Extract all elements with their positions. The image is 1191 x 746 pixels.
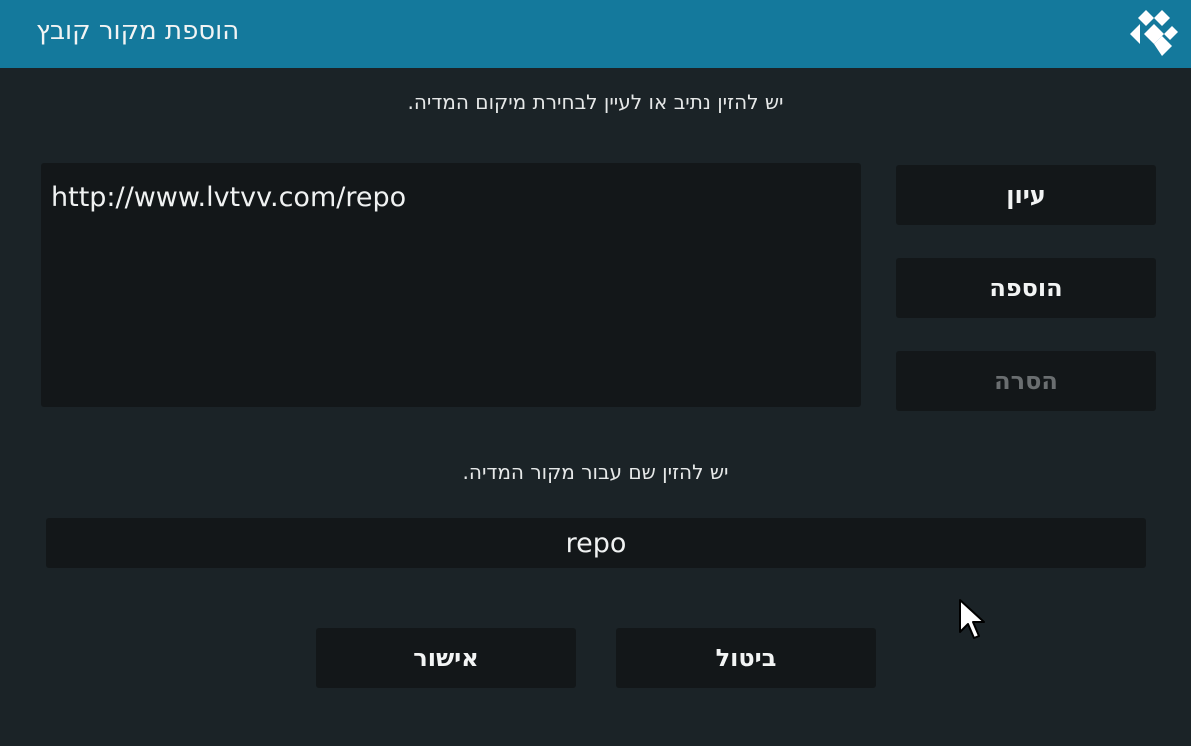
- path-prompt: יש להזין נתיב או לעיין לבחירת מיקום המדי…: [407, 90, 784, 114]
- name-prompt: יש להזין שם עבור מקור המדיה.: [462, 460, 729, 484]
- mouse-pointer-icon: [959, 599, 985, 639]
- cancel-button[interactable]: ביטול: [616, 628, 876, 688]
- remove-button[interactable]: הסרה: [896, 351, 1156, 411]
- kodi-logo-icon: [1130, 10, 1178, 56]
- dialog-title: הוספת מקור קובץ: [36, 16, 240, 46]
- browse-button[interactable]: עיון: [896, 165, 1156, 225]
- dialog-header: הוספת מקור קובץ: [0, 0, 1191, 68]
- path-list-item[interactable]: http://www.lvtvv.com/repo: [51, 182, 406, 213]
- add-button[interactable]: הוספה: [896, 258, 1156, 318]
- path-list[interactable]: http://www.lvtvv.com/repo: [41, 163, 861, 407]
- ok-button[interactable]: אישור: [316, 628, 576, 688]
- add-source-dialog: הוספת מקור קובץ יש להזין נתיב או לעיין ל…: [0, 0, 1191, 746]
- source-name-field[interactable]: repo: [46, 518, 1146, 568]
